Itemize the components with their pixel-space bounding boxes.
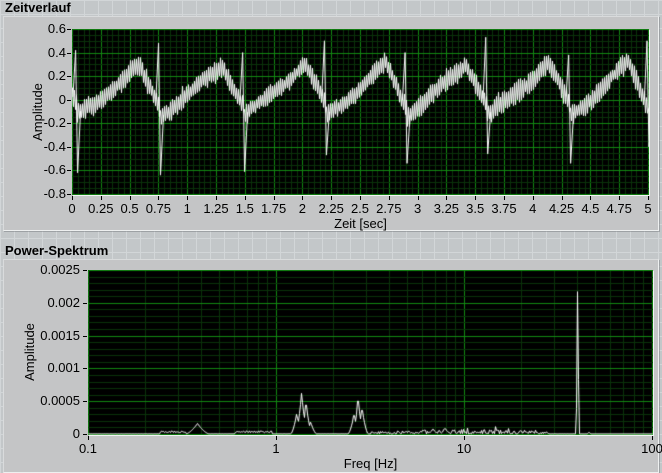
- y-tick-mark: [83, 335, 87, 337]
- y-tick-label: -0.4: [43, 138, 66, 154]
- y-tick-mark: [67, 194, 71, 195]
- x-tick-mark: [100, 196, 102, 200]
- x-tick-label: 5: [644, 201, 652, 216]
- y-tick-label: 0.001: [47, 360, 80, 376]
- y-tick-mark: [67, 170, 71, 172]
- time-plot-canvas: [72, 29, 649, 195]
- x-tick-mark: [276, 436, 277, 440]
- x-tick-mark: [652, 436, 653, 440]
- x-tick-mark: [504, 196, 505, 200]
- x-tick-mark: [590, 196, 592, 200]
- time-x-axis-label: Zeit [sec]: [334, 216, 387, 231]
- x-tick-mark: [244, 196, 246, 200]
- y-tick-label: -0.2: [43, 115, 66, 131]
- y-tick-mark: [67, 146, 71, 148]
- x-tick-mark: [360, 196, 361, 200]
- x-tick-mark: [475, 196, 477, 200]
- y-tick-label: 0.0025: [40, 262, 80, 277]
- zeitverlauf-graph-panel: Amplitude Zeit [sec] 0.6 0.4 0.2 0 -0.2 -0.4-…: [3, 16, 659, 231]
- power-spektrum-title: Power-Spektrum: [5, 243, 109, 258]
- y-tick-mark: [67, 123, 71, 125]
- zeitverlauf-title: Zeitverlauf: [5, 0, 71, 15]
- spec-y-axis-label: Amplitude: [22, 323, 37, 381]
- x-tick-mark: [273, 196, 275, 200]
- y-tick-label: 0: [58, 91, 66, 107]
- x-tick-mark: [302, 196, 304, 200]
- x-tick-mark: [187, 196, 189, 200]
- y-tick-mark: [83, 434, 87, 435]
- x-tick-mark: [129, 196, 131, 200]
- x-tick-mark: [446, 196, 448, 200]
- x-tick-mark: [648, 196, 649, 200]
- power-spektrum-graph-panel: Amplitude Freq [Hz] 0.0025 0.002 0.0015 0.0…: [3, 259, 662, 473]
- y-tick-mark: [67, 52, 71, 54]
- y-tick-mark: [83, 270, 87, 271]
- y-tick-mark: [83, 401, 87, 403]
- x-tick-mark: [619, 196, 621, 200]
- y-tick-mark: [67, 29, 71, 30]
- x-tick-mark: [532, 196, 534, 200]
- y-tick-label: 0.4: [47, 44, 66, 60]
- y-tick-label: 0: [72, 426, 80, 441]
- labview-front-panel: { "chart_data": [ { "type": "line", "tit…: [0, 0, 662, 473]
- y-tick-label: -0.6: [43, 162, 66, 178]
- y-tick-label: -0.8: [43, 186, 66, 201]
- x-tick-mark: [417, 196, 419, 200]
- y-tick-mark: [67, 99, 71, 101]
- x-tick-mark: [331, 196, 333, 200]
- y-tick-label: 0.0005: [40, 393, 80, 409]
- x-tick-mark: [72, 196, 73, 200]
- x-tick-mark: [561, 196, 563, 200]
- spec-plot-canvas: [88, 270, 653, 435]
- y-tick-mark: [67, 76, 71, 78]
- x-tick-mark: [88, 436, 89, 440]
- x-tick-mark: [388, 196, 390, 200]
- y-tick-label: 0.6: [47, 21, 66, 36]
- y-tick-mark: [83, 302, 87, 304]
- x-tick-mark: [158, 196, 160, 200]
- x-tick-mark: [464, 436, 465, 440]
- x-tick-label: 10: [456, 441, 472, 456]
- y-tick-mark: [83, 368, 87, 370]
- x-tick-label: 100: [641, 441, 662, 456]
- x-tick-label: 1: [272, 441, 280, 456]
- y-tick-label: 0.2: [47, 68, 66, 84]
- y-tick-label: 0.0015: [40, 327, 80, 343]
- y-tick-label: 0.002: [47, 294, 80, 310]
- x-tick-mark: [216, 196, 217, 200]
- spec-x-axis-label: Freq [Hz]: [343, 456, 398, 471]
- x-tick-label: 0.1: [78, 441, 98, 456]
